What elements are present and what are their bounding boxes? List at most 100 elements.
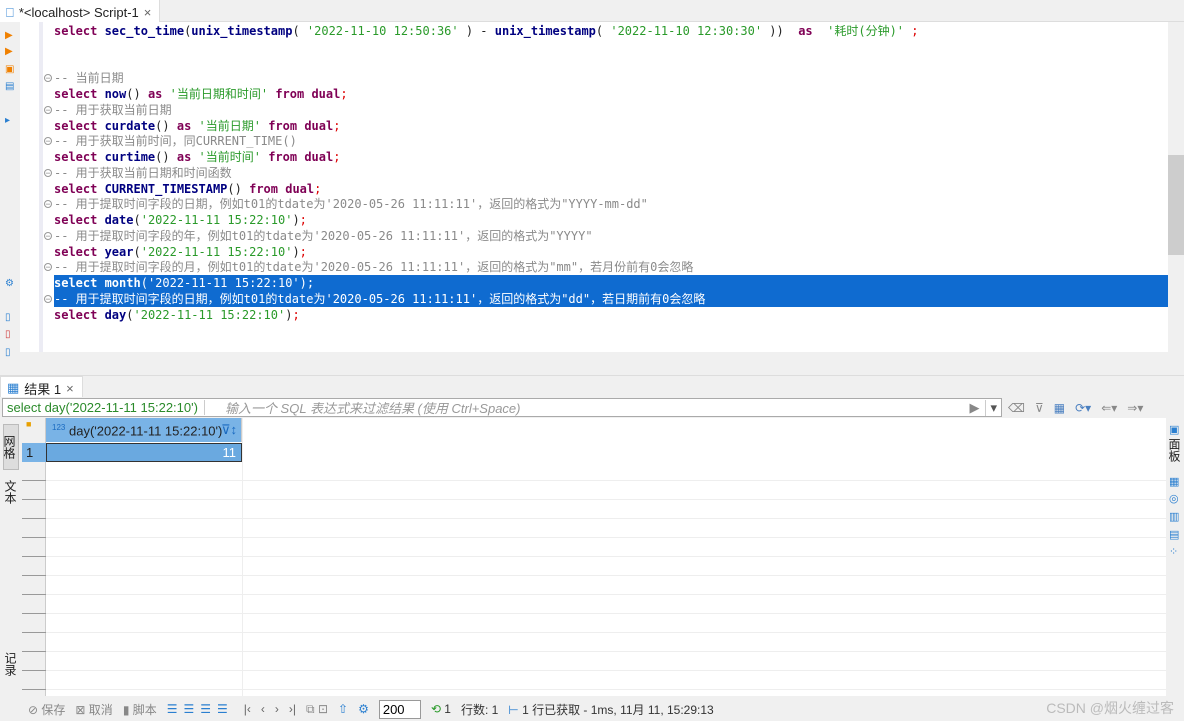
empty-row: [46, 519, 1166, 538]
fold-toggle-icon[interactable]: −: [44, 200, 52, 209]
close-icon[interactable]: ×: [144, 5, 152, 20]
sort-filter-icon[interactable]: ⊽↕: [221, 422, 237, 438]
gear-icon[interactable]: ⚙: [5, 278, 15, 289]
code-token: -- 用于获取当前日期: [54, 102, 172, 117]
fold-toggle-icon[interactable]: −: [44, 168, 52, 177]
fold-toggle-icon[interactable]: −: [44, 74, 52, 83]
code-line[interactable]: -- 当前日期: [54, 70, 124, 86]
sql-editor[interactable]: select sec_to_time(unix_timestamp( '2022…: [54, 22, 1168, 352]
empty-row: [46, 652, 1166, 671]
code-line[interactable]: select curdate() as '当前日期' from dual;: [54, 118, 340, 134]
code-line[interactable]: select CURRENT_TIMESTAMP() from dual;: [54, 181, 321, 197]
view-grid-tab[interactable]: 网格: [2, 424, 19, 470]
editor-tab-bar: ⎕ *<localhost> Script-1 ×: [0, 0, 1184, 22]
code-token: select: [54, 87, 105, 101]
code-line[interactable]: select month('2022-11-11 15:22:10');: [54, 275, 1168, 291]
script-button[interactable]: ▮ 脚本: [123, 701, 157, 718]
terminal-icon[interactable]: ▸: [5, 115, 15, 126]
code-line[interactable]: -- 用于获取当前日期和时间函数: [54, 165, 232, 181]
panels-tab[interactable]: 面板: [1167, 438, 1183, 462]
code-line[interactable]: -- 用于获取当前时间，同CURRENT_TIME(): [54, 133, 297, 149]
code-token: select: [54, 118, 105, 133]
code-line[interactable]: select year('2022-11-11 15:22:10');: [54, 244, 307, 260]
export-icon[interactable]: ▯: [5, 312, 15, 323]
fold-toggle-icon[interactable]: −: [44, 105, 52, 114]
empty-row: [46, 576, 1166, 595]
view-record-tab[interactable]: 记录: [3, 652, 19, 676]
execute-icon[interactable]: ▶: [5, 30, 15, 41]
back-icon[interactable]: ⇐▾: [1101, 401, 1117, 415]
code-token: '2022-11-10 12:50:36': [306, 24, 459, 38]
close-icon[interactable]: ×: [66, 381, 74, 396]
fold-toggle-icon[interactable]: −: [44, 231, 52, 240]
refresh-button[interactable]: ⟲ 1: [431, 702, 451, 716]
code-line[interactable]: select sec_to_time(unix_timestamp( '2022…: [54, 23, 918, 39]
code-line[interactable]: select now() as '当前日期和时间' from dual;: [54, 86, 348, 102]
fetch-size-input[interactable]: [378, 699, 421, 719]
last-page-icon[interactable]: ›|: [289, 702, 296, 716]
code-line[interactable]: -- 用于提取时间字段的日期，例如t01的tdate为'2020-05-26 1…: [54, 290, 1168, 307]
explain-plan-icon[interactable]: ▤: [5, 81, 15, 92]
eraser-icon[interactable]: ⌫: [1008, 401, 1025, 415]
results-grid[interactable]: ■ 123 day('2022-11-11 15:22:10') ⊽↕ 1 11: [22, 418, 1166, 696]
code-token: select: [54, 181, 105, 196]
value-viewer-icon[interactable]: ▦: [1169, 476, 1181, 488]
refresh-icon[interactable]: ⟳▾: [1075, 401, 1091, 415]
export-data-icon[interactable]: ⇧: [338, 702, 348, 716]
fold-toggle-icon[interactable]: −: [44, 294, 52, 303]
execute-new-tab-icon[interactable]: ▶: [5, 46, 15, 57]
code-token: day: [104, 307, 127, 322]
code-line[interactable]: -- 用于提取时间字段的月，例如t01的tdate为'2020-05-26 11…: [54, 259, 693, 275]
scrollbar-thumb[interactable]: [1168, 155, 1184, 255]
row-count: 行数: 1: [460, 702, 499, 717]
table-settings-icon[interactable]: ▦: [1054, 401, 1065, 415]
first-page-icon[interactable]: |‹: [244, 702, 251, 716]
row-number-empty: [22, 557, 46, 576]
filter-settings-icon[interactable]: ⊽: [1035, 401, 1044, 415]
format-icon[interactable]: ▯: [5, 347, 15, 358]
tab-script-1[interactable]: ⎕ *<localhost> Script-1 ×: [0, 0, 161, 22]
filter-history-icon[interactable]: ▾: [985, 399, 1001, 416]
forward-icon[interactable]: ⇒▾: [1127, 401, 1143, 415]
code-token: '当前日期和时间': [169, 87, 269, 101]
code-token: (): [126, 87, 148, 101]
code-line[interactable]: select date('2022-11-11 15:22:10');: [54, 212, 307, 228]
grouping-icon[interactable]: ▤: [1169, 529, 1181, 541]
panels-icon[interactable]: ▣: [1169, 424, 1181, 436]
code-line[interactable]: -- 用于获取当前日期: [54, 102, 172, 118]
code-token: ;: [314, 181, 322, 196]
fold-toggle-icon[interactable]: −: [44, 137, 52, 146]
view-text-tab[interactable]: 文本: [3, 480, 19, 504]
row-number-empty: [22, 462, 46, 481]
grid-cell[interactable]: 11: [46, 443, 242, 462]
code-line[interactable]: select day('2022-11-11 15:22:10');: [54, 307, 300, 323]
code-token: ;: [306, 276, 315, 290]
edit-icons[interactable]: ☰☰☰☰: [167, 702, 234, 716]
filter-input[interactable]: 输入一个 SQL 表达式来过滤结果 (使用 Ctrl+Space): [205, 398, 964, 417]
prev-page-icon[interactable]: ‹: [261, 702, 265, 716]
fold-toggle-icon[interactable]: −: [44, 263, 52, 272]
settings-icon[interactable]: ⚙: [358, 702, 369, 716]
tab-results-1[interactable]: ▦ 结果 1 ×: [0, 376, 83, 397]
code-line[interactable]: select curtime() as '当前时间' from dual;: [54, 149, 340, 165]
editor-horizontal-scrollbar[interactable]: [54, 352, 1168, 368]
row-number[interactable]: 1: [22, 443, 46, 462]
apply-filter-icon[interactable]: ▶: [963, 400, 985, 416]
save-button[interactable]: ⊘ 保存: [28, 701, 65, 718]
column-header[interactable]: 123 day('2022-11-11 15:22:10') ⊽↕: [46, 418, 242, 442]
code-line[interactable]: -- 用于提取时间字段的年，例如t01的tdate为'2020-05-26 11…: [54, 228, 593, 244]
status-bar: ⊘ 保存 ⊠ 取消 ▮ 脚本 ☰☰☰☰ |‹ ‹ › ›| ⧉ ⊡ ⇧ ⚙ ⟲ …: [0, 697, 1184, 721]
import-icon[interactable]: ▯: [5, 329, 15, 340]
code-token: (: [140, 276, 148, 290]
fetch-more-icon[interactable]: ⧉ ⊡: [306, 702, 328, 717]
code-line[interactable]: -- 用于提取时间字段的日期，例如t01的tdate为'2020-05-26 1…: [54, 196, 648, 212]
metadata-icon[interactable]: ◎: [1169, 493, 1181, 505]
filter-bar[interactable]: select day('2022-11-11 15:22:10') 输入一个 S…: [2, 398, 1002, 417]
cancel-button[interactable]: ⊠ 取消: [75, 701, 112, 718]
execute-script-icon[interactable]: ▣: [5, 64, 15, 75]
code-token: from dual: [249, 181, 315, 196]
references-icon[interactable]: ⁘: [1169, 546, 1181, 558]
panel-splitter[interactable]: [0, 368, 1184, 376]
next-page-icon[interactable]: ›: [275, 702, 279, 716]
calc-icon[interactable]: ▥: [1169, 511, 1181, 523]
